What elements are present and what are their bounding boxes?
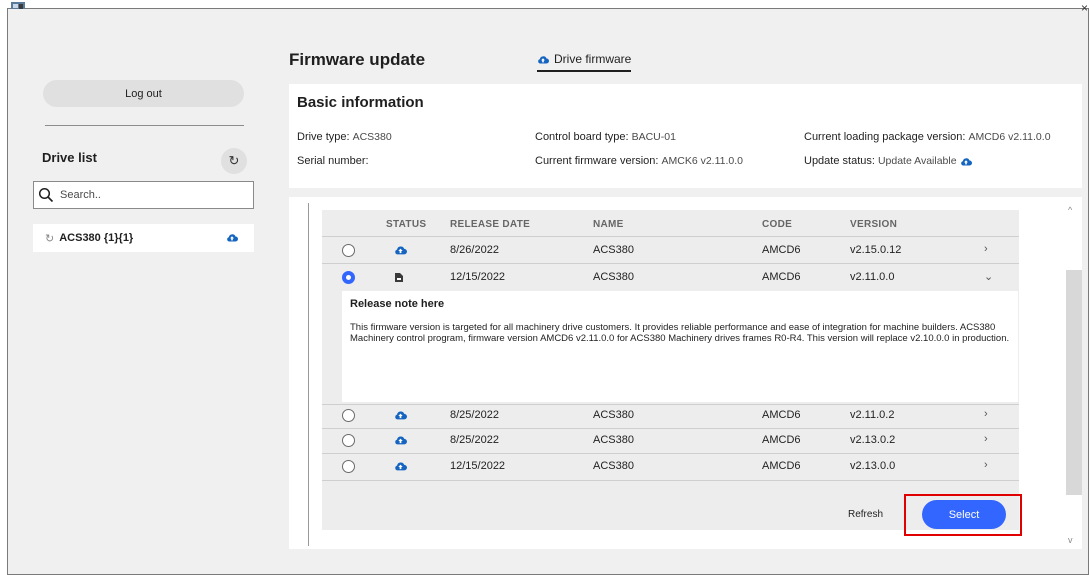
version-cell: v2.13.0.0 xyxy=(850,460,896,472)
row-divider xyxy=(322,480,1019,481)
column-header-version: VERSION xyxy=(850,219,898,230)
close-window-icon[interactable]: × xyxy=(1081,1,1088,15)
code-cell: AMCD6 xyxy=(762,244,801,256)
cloud-upload-icon xyxy=(960,157,972,165)
current-firmware-value: AMCK6 v2.11.0.0 xyxy=(661,155,743,167)
cloud-upload-icon xyxy=(395,436,407,445)
cloud-upload-icon xyxy=(395,411,407,420)
row-radio[interactable] xyxy=(342,409,355,422)
release-date-cell: 8/26/2022 xyxy=(450,244,499,256)
column-header-status: STATUS xyxy=(386,219,427,230)
cloud-upload-icon xyxy=(538,55,549,63)
version-cell: v2.13.0.2 xyxy=(850,434,896,446)
release-date-cell: 12/15/2022 xyxy=(450,271,506,283)
chevron-right-icon[interactable]: › xyxy=(984,243,988,255)
search-box xyxy=(33,181,254,209)
panel-divider xyxy=(308,203,309,546)
cloud-upload-icon xyxy=(395,462,407,471)
name-cell: ACS380 xyxy=(593,460,634,472)
row-radio[interactable] xyxy=(342,434,355,447)
release-note-text: This firmware version is targeted for al… xyxy=(350,322,1010,344)
release-date-cell: 8/25/2022 xyxy=(450,409,499,421)
row-divider xyxy=(322,428,1019,429)
cloud-upload-icon xyxy=(395,246,407,255)
table-row[interactable]: 8/25/2022 ACS380 AMCD6 v2.13.0.2 › xyxy=(322,430,1019,452)
sidebar-item-drive[interactable]: ↻ ACS380 {1}{1} xyxy=(33,224,254,252)
tab-label: Drive firmware xyxy=(554,52,632,66)
scroll-down-icon[interactable]: v xyxy=(1068,535,1073,545)
refresh-drive-list-button[interactable]: ↻ xyxy=(221,148,247,174)
basic-info-title: Basic information xyxy=(297,94,424,111)
sync-icon: ↻ xyxy=(45,232,55,245)
chevron-down-icon[interactable]: ⌄ xyxy=(984,270,993,283)
chevron-right-icon[interactable]: › xyxy=(984,408,988,420)
basic-info-card: Basic information Drive type: ACS380 Ser… xyxy=(289,84,1082,188)
chevron-right-icon[interactable]: › xyxy=(984,433,988,445)
control-board-label: Control board type: xyxy=(535,131,629,143)
update-status-label: Update status: xyxy=(804,155,875,167)
drive-name: ACS380 {1}{1} xyxy=(59,232,134,244)
serial-number-field: Serial number: xyxy=(297,155,372,167)
highlight-annotation xyxy=(904,494,1022,536)
refresh-button[interactable]: Refresh xyxy=(848,509,883,520)
header-divider xyxy=(322,236,1019,237)
search-input[interactable] xyxy=(58,188,248,202)
installed-icon xyxy=(395,273,403,282)
column-header-code: CODE xyxy=(762,219,793,230)
drive-type-field: Drive type: ACS380 xyxy=(297,131,392,143)
row-radio[interactable] xyxy=(342,460,355,473)
release-date-cell: 8/25/2022 xyxy=(450,434,499,446)
row-radio-selected[interactable] xyxy=(342,271,355,284)
chevron-right-icon[interactable]: › xyxy=(984,459,988,471)
tab-drive-firmware[interactable]: Drive firmware xyxy=(537,52,632,72)
search-icon xyxy=(38,187,54,203)
code-cell: AMCD6 xyxy=(762,271,801,283)
column-header-release-date: RELEASE DATE xyxy=(450,219,531,230)
row-divider xyxy=(322,453,1019,454)
page-title: Firmware update xyxy=(289,50,426,69)
current-firmware-field: Current firmware version: AMCK6 v2.11.0.… xyxy=(535,155,743,167)
name-cell: ACS380 xyxy=(593,434,634,446)
code-cell: AMCD6 xyxy=(762,409,801,421)
sidebar-divider xyxy=(45,125,244,126)
cloud-upload-icon xyxy=(227,234,238,242)
refresh-icon: ↻ xyxy=(228,153,240,168)
table-row-selected[interactable]: 12/15/2022 ACS380 AMCD6 v2.11.0.0 ⌄ xyxy=(322,267,1019,289)
update-status-value: Update Available xyxy=(877,155,957,167)
current-firmware-label: Current firmware version: xyxy=(535,155,659,167)
name-cell: ACS380 xyxy=(593,271,634,283)
logout-button[interactable]: Log out xyxy=(43,80,244,107)
update-status-field: Update status: Update Available xyxy=(804,155,972,167)
release-note-title: Release note here xyxy=(350,298,445,310)
row-divider xyxy=(322,263,1019,264)
name-cell: ACS380 xyxy=(593,244,634,256)
loading-package-label: Current loading package version: xyxy=(804,131,966,143)
release-date-cell: 12/15/2022 xyxy=(450,460,506,472)
name-cell: ACS380 xyxy=(593,409,634,421)
drive-list-title: Drive list xyxy=(42,150,97,165)
version-cell: v2.11.0.2 xyxy=(850,409,895,421)
scrollbar-thumb[interactable] xyxy=(1066,270,1082,495)
control-board-value: BACU-01 xyxy=(631,131,676,143)
scroll-up-icon[interactable]: ^ xyxy=(1068,205,1072,215)
table-row[interactable]: 8/25/2022 ACS380 AMCD6 v2.11.0.2 › xyxy=(322,405,1019,427)
loading-package-field: Current loading package version: AMCD6 v… xyxy=(804,131,1051,143)
loading-package-value: AMCD6 v2.11.0.0 xyxy=(968,131,1051,143)
drive-type-label: Drive type: xyxy=(297,131,350,143)
version-cell: v2.15.0.12 xyxy=(850,244,902,256)
release-note-panel: Release note here This firmware version … xyxy=(342,291,1018,402)
version-cell: v2.11.0.0 xyxy=(850,271,895,283)
code-cell: AMCD6 xyxy=(762,434,801,446)
table-row[interactable]: 8/26/2022 ACS380 AMCD6 v2.15.0.12 › xyxy=(322,240,1019,262)
serial-number-label: Serial number: xyxy=(297,155,369,167)
drive-type-value: ACS380 xyxy=(352,131,392,143)
row-radio[interactable] xyxy=(342,244,355,257)
column-header-name: NAME xyxy=(593,219,624,230)
table-row[interactable]: 12/15/2022 ACS380 AMCD6 v2.13.0.0 › xyxy=(322,456,1019,478)
code-cell: AMCD6 xyxy=(762,460,801,472)
control-board-field: Control board type: BACU-01 xyxy=(535,131,676,143)
